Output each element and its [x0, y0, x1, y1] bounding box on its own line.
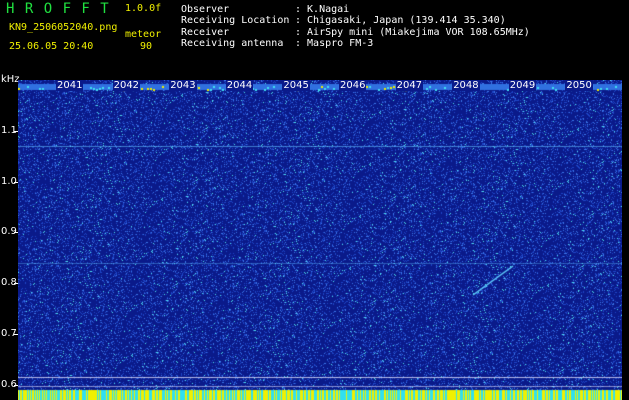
location-value: : Chigasaki, Japan (139.414 35.340) [295, 15, 506, 26]
time-label: 2048 [452, 80, 480, 91]
time-label: 2050 [565, 80, 593, 91]
meteor-label: meteor [125, 29, 162, 40]
time-label: 2041 [56, 80, 84, 91]
time-label: 2047 [395, 80, 424, 91]
datetime-label: 25.06.05 20:40 [9, 41, 94, 52]
app-title: H R O F F T [6, 1, 110, 17]
location-label: Receiving Location [181, 15, 290, 26]
filename-label: KN9_2506052040.png [9, 22, 118, 33]
antenna-value: : Maspro FM-3 [295, 38, 374, 49]
receiver-value: : AirSpy mini (Miakejima VOR 108.65MHz) [295, 27, 530, 38]
time-label: 2045 [282, 80, 310, 91]
observer-label: Observer [181, 4, 230, 15]
y-axis-unit-label: kHz [1, 74, 20, 85]
time-label: 2042 [112, 80, 141, 91]
observer-value: : K.Nagai [295, 4, 350, 15]
meteor-count: 90 [140, 41, 153, 52]
time-label: 2043 [169, 80, 197, 91]
spectrogram-plot [18, 80, 622, 400]
receiver-label: Receiver [181, 27, 230, 38]
header-panel: H R O F F T 1.0.0f KN9_2506052040.png me… [0, 0, 629, 72]
time-label: 2046 [339, 80, 367, 91]
version-label: 1.0.0f [125, 3, 162, 14]
spectrogram-canvas [18, 80, 622, 400]
time-label: 2044 [225, 80, 254, 91]
time-label: 2049 [508, 80, 537, 91]
antenna-label: Receiving antenna [181, 38, 284, 49]
